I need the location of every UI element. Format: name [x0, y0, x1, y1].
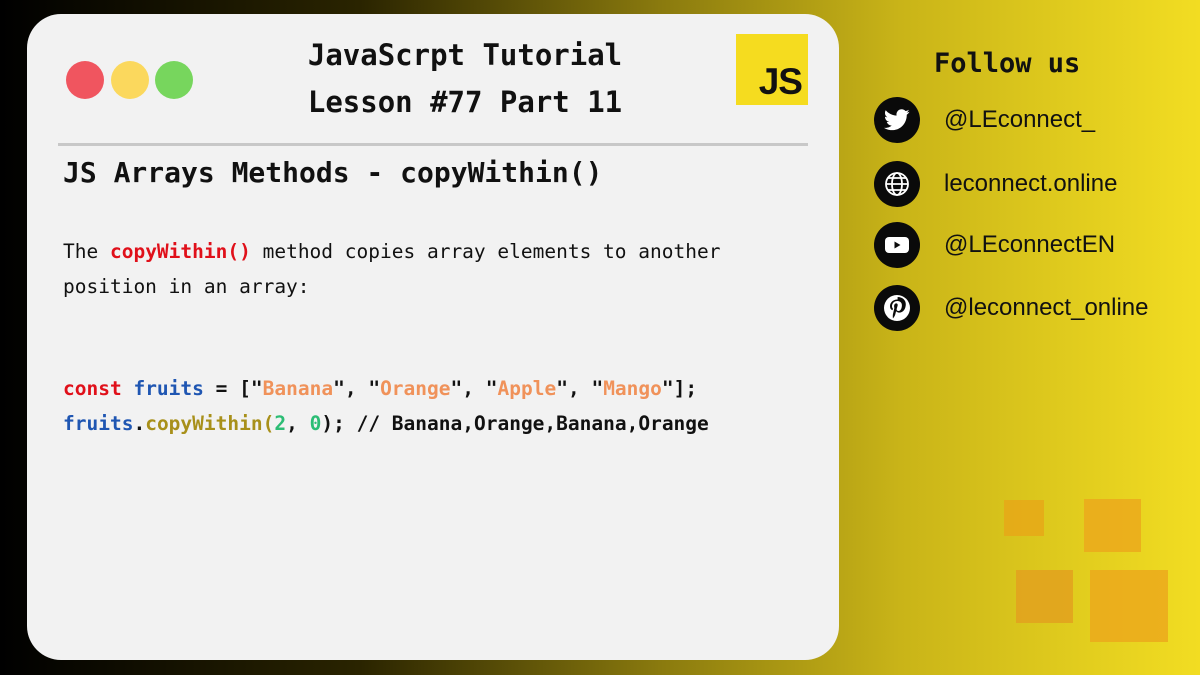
code-paren-close: );: [321, 412, 357, 435]
title-line-1: JavaScrpt Tutorial: [307, 38, 623, 72]
code-method: copyWithin: [145, 412, 263, 435]
code-separator: ,: [344, 377, 369, 400]
title-line-2: Lesson #77 Part 11: [307, 85, 623, 119]
code-line-2: fruits.copyWithin(2, 0); // Banana,Orang…: [63, 406, 823, 441]
method-description: The copyWithin() method copies array ele…: [63, 234, 813, 304]
description-prefix: The: [63, 240, 110, 263]
code-string-apple: Apple: [497, 377, 557, 400]
code-variable: fruits: [133, 377, 204, 400]
code-number-start: 0: [309, 412, 322, 435]
pinterest-icon: [874, 285, 920, 331]
social-label-youtube: @LEconnectEN: [944, 231, 1116, 258]
js-logo-text: JS: [758, 61, 803, 102]
description-method-name: copyWithin(): [109, 240, 251, 263]
code-keyword-const: const: [63, 377, 122, 400]
youtube-icon: [874, 222, 920, 268]
social-label-website: leconnect.online: [944, 170, 1118, 197]
code-array-end: ];: [673, 377, 698, 400]
code-quote: ": [591, 377, 604, 400]
decorative-square: [1016, 570, 1073, 623]
code-paren-open: (: [262, 412, 275, 435]
js-logo: JS: [736, 34, 808, 105]
code-string-banana: Banana: [262, 377, 334, 400]
code-comma: ,: [286, 412, 310, 435]
code-variable: fruits: [63, 412, 134, 435]
social-link-pinterest[interactable]: @leconnect_online: [874, 285, 1149, 331]
decorative-square: [1004, 500, 1044, 536]
social-link-youtube[interactable]: @LEconnectEN: [874, 222, 1115, 268]
window-minimize-dot: [111, 61, 149, 99]
social-label-pinterest: @leconnect_online: [944, 294, 1149, 321]
code-quote: ": [368, 377, 381, 400]
code-quote: ": [333, 377, 345, 400]
code-assign: = [: [203, 377, 251, 400]
social-link-twitter[interactable]: @LEconnect_: [874, 97, 1095, 143]
code-example: const fruits = ["Banana", "Orange", "App…: [63, 371, 823, 441]
code-dot: .: [133, 412, 146, 435]
lesson-title: JavaScrpt Tutorial Lesson #77 Part 11: [230, 32, 700, 126]
code-number-target: 2: [274, 412, 287, 435]
code-comment: // Banana,Orange,Banana,Orange: [356, 412, 709, 435]
decorative-square: [1090, 570, 1168, 642]
code-quote: ": [485, 377, 498, 400]
social-link-website[interactable]: leconnect.online: [874, 161, 1117, 207]
code-quote: ": [556, 377, 568, 400]
code-quote: ": [250, 377, 263, 400]
code-separator: ,: [462, 377, 486, 400]
code-line-1: const fruits = ["Banana", "Orange", "App…: [63, 371, 823, 406]
code-string-mango: Mango: [603, 377, 662, 400]
title-divider: [58, 143, 808, 146]
social-label-twitter: @LEconnect_: [944, 106, 1096, 133]
twitter-icon: [874, 97, 920, 143]
follow-us-heading: Follow us: [934, 48, 1081, 79]
decorative-square: [1084, 499, 1141, 552]
window-maximize-dot: [155, 61, 193, 99]
window-close-dot: [66, 61, 104, 99]
code-quote: ": [661, 377, 674, 400]
code-string-orange: Orange: [380, 377, 451, 400]
code-quote: ": [450, 377, 463, 400]
code-separator: ,: [567, 377, 592, 400]
globe-icon: [874, 161, 920, 207]
section-subtitle: JS Arrays Methods - copyWithin(): [63, 156, 603, 189]
